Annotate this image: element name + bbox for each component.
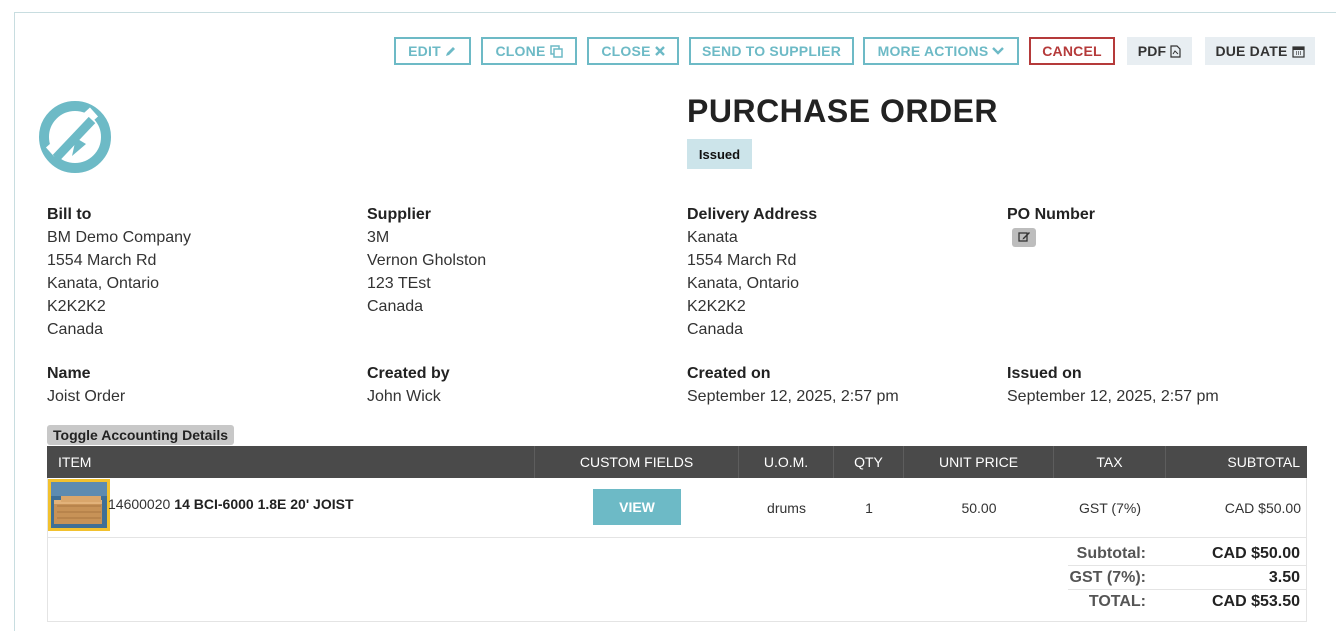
edit-label: EDIT (408, 43, 441, 59)
bill-to-line: Canada (47, 321, 104, 338)
calendar-icon (1291, 45, 1305, 58)
unit-price-cell: 50.00 (961, 499, 997, 516)
total-value: CAD $53.50 (1211, 593, 1300, 610)
delivery-line: 1554 March Rd (687, 252, 797, 269)
company-logo (36, 98, 114, 176)
supplier-line: Vernon Gholston (367, 252, 487, 269)
lumber-image (51, 482, 107, 528)
column-header-tax: TAX (1053, 446, 1165, 478)
name-label: Name (47, 365, 91, 382)
total-label: TOTAL: (1088, 593, 1146, 610)
column-header-subtotal: SUBTOTAL (1165, 446, 1307, 478)
item-sku: 14600020 (108, 495, 171, 512)
frame-left-border (14, 12, 15, 631)
pencil-icon (445, 45, 457, 57)
clone-label: CLONE (495, 43, 546, 59)
supplier-block: Supplier 3M Vernon Gholston 123 TEst Can… (367, 203, 486, 318)
table-row: 14600020 14 BCI-6000 1.8E 20' JOIST VIEW… (47, 478, 1307, 538)
edit-button[interactable]: EDIT (394, 37, 471, 65)
issued-on-value: September 12, 2025, 2:57 pm (1007, 388, 1219, 405)
uom-cell: drums (767, 499, 806, 516)
more-actions-button[interactable]: MORE ACTIONS (863, 37, 1019, 65)
bill-to-label: Bill to (47, 206, 92, 223)
delivery-line: Canada (687, 321, 744, 338)
bill-to-line: Kanata, Ontario (47, 275, 160, 292)
delivery-address-label: Delivery Address (687, 206, 818, 223)
supplier-label: Supplier (367, 206, 432, 223)
gst-label: GST (7%): (1069, 569, 1146, 586)
qty-cell: 1 (865, 499, 873, 516)
name-block: Name Joist Order (47, 362, 125, 408)
edit-square-icon (1017, 229, 1031, 247)
created-on-block: Created on September 12, 2025, 2:57 pm (687, 362, 899, 408)
view-custom-fields-button[interactable]: VIEW (593, 489, 681, 525)
pdf-label: PDF (1137, 43, 1167, 59)
column-header-qty: QTY (833, 446, 903, 478)
subtotal-value: CAD $50.00 (1211, 545, 1300, 562)
item-thumbnail[interactable] (48, 479, 110, 531)
po-number-block: PO Number (1007, 203, 1095, 226)
cancel-label: CANCEL (1042, 43, 1102, 59)
column-header-unit-price: UNIT PRICE (903, 446, 1053, 478)
created-on-value: September 12, 2025, 2:57 pm (687, 388, 899, 405)
delivery-line: Kanata, Ontario (687, 275, 800, 292)
issued-on-block: Issued on September 12, 2025, 2:57 pm (1007, 362, 1219, 408)
totals-section: Subtotal: CAD $50.00 GST (7%): 3.50 TOTA… (47, 537, 1307, 622)
supplier-line: Canada (367, 298, 424, 315)
cancel-button[interactable]: CANCEL (1029, 37, 1115, 65)
page-title: PURCHASE ORDER (687, 93, 999, 129)
issued-on-label: Issued on (1007, 365, 1082, 382)
po-number-label: PO Number (1007, 206, 1096, 223)
supplier-line: 123 TEst (367, 275, 431, 292)
item-cell: 14600020 14 BCI-6000 1.8E 20' JOIST (108, 474, 354, 533)
more-actions-label: MORE ACTIONS (877, 43, 989, 59)
created-by-value: John Wick (367, 388, 441, 405)
bill-to-block: Bill to BM Demo Company 1554 March Rd Ka… (47, 203, 191, 341)
toggle-accounting-button[interactable]: Toggle Accounting Details (47, 425, 235, 445)
delivery-line: Kanata (687, 229, 738, 246)
bill-to-line: 1554 March Rd (47, 252, 157, 269)
column-header-uom: U.O.M. (738, 446, 833, 478)
frame-top-border (14, 12, 1336, 13)
delivery-address-block: Delivery Address Kanata 1554 March Rd Ka… (687, 203, 817, 341)
supplier-line: 3M (367, 229, 390, 246)
due-date-label: DUE DATE (1215, 43, 1288, 59)
totals-divider (1068, 565, 1306, 566)
name-value: Joist Order (47, 388, 126, 405)
created-on-label: Created on (687, 365, 771, 382)
clone-button[interactable]: CLONE (481, 37, 577, 65)
bill-to-line: BM Demo Company (47, 229, 192, 246)
send-to-supplier-button[interactable]: SEND TO SUPPLIER (689, 37, 854, 65)
close-label: CLOSE (601, 43, 651, 59)
chevron-down-icon (992, 46, 1005, 56)
edit-po-number-button[interactable] (1012, 228, 1036, 247)
status-badge: Issued (687, 139, 752, 169)
item-name: 14 BCI-6000 1.8E 20' JOIST (174, 495, 354, 512)
close-icon (654, 46, 665, 56)
copy-icon (549, 44, 563, 58)
total-row: TOTAL: CAD $53.50 (1048, 593, 1306, 617)
send-label: SEND TO SUPPLIER (701, 43, 842, 59)
due-date-button[interactable]: DUE DATE (1205, 37, 1315, 65)
bill-to-line: K2K2K2 (47, 298, 106, 315)
subtotal-label: Subtotal: (1076, 545, 1146, 562)
tax-cell: GST (7%) (1079, 499, 1141, 516)
column-header-custom-fields: CUSTOM FIELDS (534, 446, 738, 478)
pdf-button[interactable]: PDF (1127, 37, 1192, 65)
subtotal-cell: CAD $50.00 (1224, 499, 1301, 516)
delivery-line: K2K2K2 (687, 298, 746, 315)
gst-value: 3.50 (1268, 569, 1300, 586)
totals-divider (1068, 589, 1306, 590)
created-by-label: Created by (367, 365, 450, 382)
created-by-block: Created by John Wick (367, 362, 450, 408)
pdf-file-icon (1170, 44, 1181, 58)
close-button[interactable]: CLOSE (587, 37, 679, 65)
